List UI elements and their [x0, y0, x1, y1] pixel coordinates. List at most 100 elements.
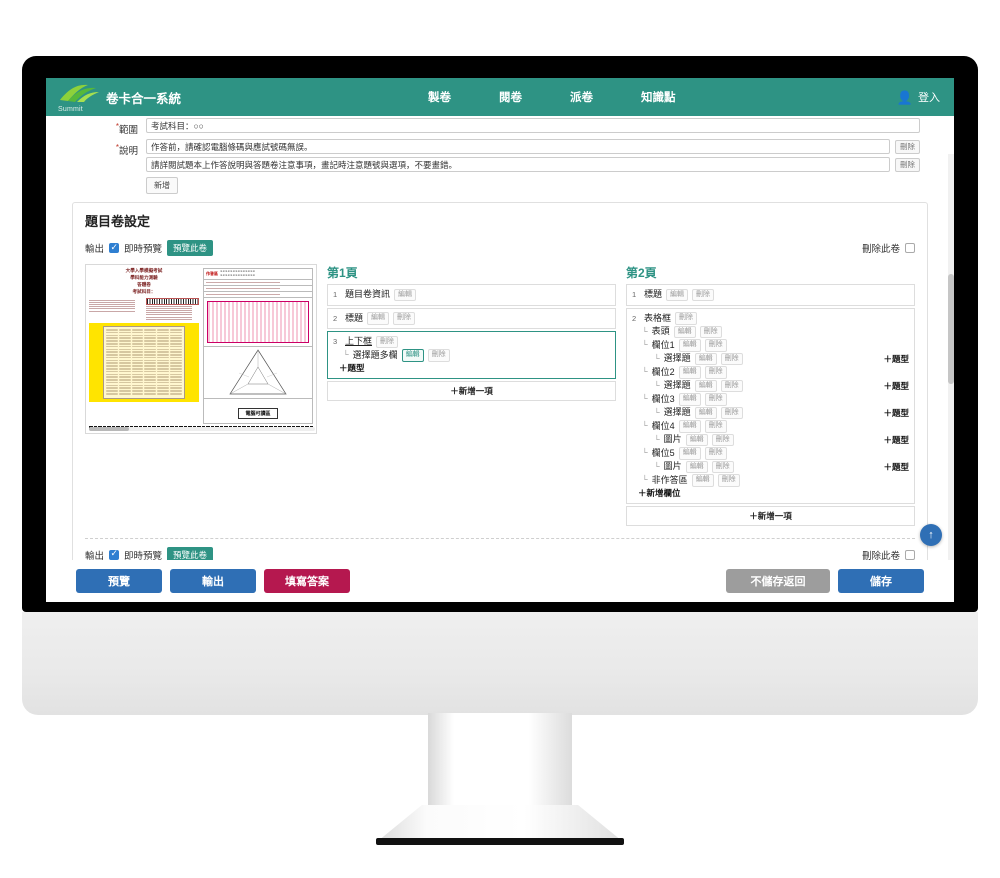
sheet-title-line-1: 大學入學模擬考試 [125, 268, 163, 274]
add-description-button[interactable]: 新增 [146, 177, 178, 195]
nav-link-knowledge-point[interactable]: 知識點 [641, 89, 676, 105]
answer-sheet-preview[interactable]: 大學入學模擬考試 學科能力測驗 答題卷 考試科目： 作答區 ※※※※※※※※※※… [85, 264, 317, 434]
edit-button[interactable]: 編輯 [678, 447, 701, 460]
delete-description-2-button[interactable]: 刪除 [895, 157, 920, 172]
edit-button[interactable]: 編輯 [678, 420, 701, 433]
machine-readable-footer: 電腦可讀區 [203, 397, 313, 424]
edit-button[interactable]: 編輯 [694, 379, 717, 393]
delete-button[interactable]: 刪除 [393, 312, 416, 325]
page-scrollbar[interactable] [948, 154, 954, 560]
edit-button[interactable]: 編輯 [685, 460, 708, 474]
add-field-button[interactable]: ＋新增欄位 [632, 487, 681, 500]
live-preview-checkbox-2[interactable] [109, 548, 120, 560]
edit-button[interactable]: 編輯 [694, 352, 717, 366]
delete-button[interactable]: 刪除 [704, 339, 727, 352]
edit-button[interactable]: 編輯 [678, 339, 701, 352]
delete-button[interactable]: 刪除 [704, 366, 727, 379]
list-item[interactable]: 2 標題 編輯 刪除 [327, 307, 616, 330]
add-type-button[interactable]: ＋題型 [883, 461, 909, 474]
preview-this-paper-button-2[interactable]: 預覽此卷 [167, 546, 214, 560]
delete-button[interactable]: 刪除 [717, 474, 740, 487]
delete-button[interactable]: 刪除 [704, 393, 727, 406]
child-item[interactable]: └ 非作答區 編輯 刪除 [632, 474, 909, 488]
nav-link-make-paper[interactable]: 製卷 [428, 89, 451, 105]
field-line: 請詳閱試題本上作答說明與答題卷注意事項，畫記時注意題號與選項，不要畫錯。 刪除 [146, 157, 920, 173]
child-item[interactable]: └ 欄位1 編輯 刪除 [632, 339, 909, 353]
edit-button[interactable]: 編輯 [678, 366, 701, 379]
cancel-button[interactable]: 不儲存返回 [726, 569, 830, 593]
delete-button[interactable]: 刪除 [704, 447, 727, 460]
edit-button[interactable]: 編輯 [691, 474, 714, 487]
delete-button[interactable]: 刪除 [704, 420, 727, 433]
brand[interactable]: Summit 卷卡合一系統 [58, 82, 218, 113]
field-line: 考試科目：○○ [146, 118, 920, 133]
description-input-1[interactable]: 作答前，請確認電腦條碼與應試號碼無誤。 [146, 139, 890, 155]
user-icon: 👤 [896, 89, 913, 105]
page-title: 題目卷設定 [85, 214, 151, 230]
child-item[interactable]: └ 欄位2 編輯 刪除 [632, 366, 909, 380]
fill-answer-button[interactable]: 填寫答案 [264, 569, 350, 593]
add-type-button[interactable]: ＋題型 [883, 407, 909, 420]
delete-description-1-button[interactable]: 刪除 [895, 139, 920, 154]
delete-button[interactable]: 刪除 [427, 349, 450, 362]
edit-button[interactable]: 編輯 [367, 312, 390, 325]
page-column-2: 第2頁 1 標題 編輯 刪除 2 表格框 刪除 └ 表頭 編輯 刪除 └ 欄位1… [626, 264, 915, 528]
preview-button[interactable]: 預覽 [76, 569, 162, 593]
delete-button[interactable]: 刪除 [720, 352, 743, 366]
add-type-button[interactable]: ＋題型 [883, 380, 909, 393]
delete-button[interactable]: 刪除 [675, 312, 698, 325]
edit-button[interactable]: 編輯 [666, 288, 689, 302]
child-item[interactable]: └ 圖片 編輯 刪除 ＋題型 [632, 460, 909, 474]
edit-button[interactable]: 編輯 [673, 325, 696, 339]
child-item[interactable]: └ 欄位5 編輯 刪除 [632, 447, 909, 461]
nav-link-grade-paper[interactable]: 閱卷 [499, 89, 522, 105]
add-type-button[interactable]: ＋題型 [883, 434, 909, 447]
child-item[interactable]: └ 選擇題 編輯 刪除 ＋題型 [632, 379, 909, 393]
edit-button[interactable]: 編輯 [694, 406, 717, 420]
delete-button[interactable]: 刪除 [376, 335, 399, 349]
form-fields-description: 作答前，請確認電腦條碼與應試號碼無誤。 刪除 請詳閱試題本上作答說明與答題卷注意… [146, 139, 920, 195]
delete-button[interactable]: 刪除 [711, 460, 734, 474]
output-button[interactable]: 輸出 [170, 569, 256, 593]
login-area[interactable]: 👤 登入 [897, 78, 940, 116]
scroll-to-top-button[interactable]: ↑ [920, 524, 942, 546]
child-item[interactable]: └ 表頭 編輯 刪除 [632, 325, 909, 339]
scope-input[interactable]: 考試科目：○○ [146, 118, 920, 133]
action-bar: 預覽 輸出 填寫答案 不儲存返回 儲存 [46, 560, 954, 602]
list-item[interactable]: 1 題目卷資訊 編輯 [327, 284, 616, 306]
delete-button[interactable]: 刪除 [711, 433, 734, 447]
add-item-button[interactable]: ＋新增一項 [327, 380, 616, 401]
navbar: Summit 卷卡合一系統 製卷 閱卷 派卷 知識點 👤 登入 [46, 78, 954, 116]
child-item[interactable]: └ 選擇題 編輯 刪除 ＋題型 [632, 406, 909, 420]
edit-button[interactable]: 編輯 [401, 349, 424, 362]
add-item-button[interactable]: ＋新增一項 [626, 505, 915, 526]
child-item[interactable]: └ 欄位4 編輯 刪除 [632, 420, 909, 434]
delete-button[interactable]: 刪除 [720, 406, 743, 420]
item-number: 3 [333, 337, 338, 347]
delete-paper-checkbox[interactable] [905, 243, 915, 254]
child-item[interactable]: └ 選擇題 編輯 刪除 ＋題型 [632, 352, 909, 366]
list-item-selected[interactable]: 3 上下框 刪除 └ 選擇題多欄 編輯 刪除 ＋題型 [327, 331, 616, 379]
child-item[interactable]: └ 選擇題多欄 編輯 刪除 [333, 349, 610, 363]
child-item[interactable]: └ 圖片 編輯 刪除 ＋題型 [632, 433, 909, 447]
child-item[interactable]: └ 欄位3 編輯 刪除 [632, 393, 909, 407]
delete-button[interactable]: 刪除 [692, 288, 715, 302]
edit-button[interactable]: 編輯 [685, 433, 708, 447]
delete-button[interactable]: 刪除 [699, 325, 722, 339]
delete-paper-checkbox-2[interactable] [905, 549, 915, 560]
edit-button[interactable]: 編輯 [394, 288, 417, 302]
machine-readable-label: 電腦可讀區 [238, 407, 278, 419]
list-item[interactable]: 2 表格框 刪除 └ 表頭 編輯 刪除 └ 欄位1 編輯 刪除 └ 選擇題 編輯… [626, 307, 915, 504]
question-paper-settings-card: 題目卷設定 輸出 即時預覽 預覽此卷 刪除此卷 [72, 202, 928, 560]
save-button[interactable]: 儲存 [838, 569, 924, 593]
nav-link-assign-paper[interactable]: 派卷 [570, 89, 593, 105]
list-item[interactable]: 1 標題 編輯 刪除 [626, 284, 915, 306]
add-type-button[interactable]: ＋題型 [333, 362, 365, 375]
preview-this-paper-button[interactable]: 預覽此卷 [167, 240, 214, 257]
edit-button[interactable]: 編輯 [678, 393, 701, 406]
description-input-2[interactable]: 請詳閱試題本上作答說明與答題卷注意事項，畫記時注意題號與選項，不要畫錯。 [146, 157, 890, 173]
live-preview-checkbox[interactable] [109, 242, 120, 254]
delete-button[interactable]: 刪除 [720, 379, 743, 393]
add-type-button[interactable]: ＋題型 [883, 353, 909, 366]
preview-horizontal-scrollbar[interactable] [89, 426, 315, 431]
